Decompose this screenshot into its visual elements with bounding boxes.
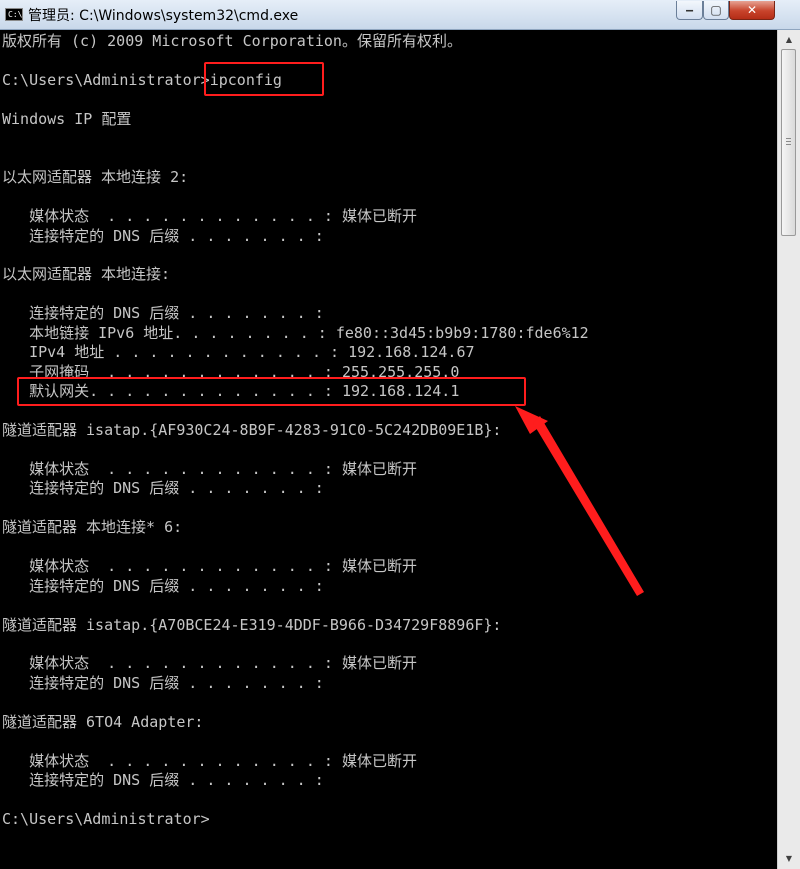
maximize-icon: ▢ <box>710 3 722 17</box>
console-line: 媒体状态 . . . . . . . . . . . . : 媒体已断开 <box>2 751 417 770</box>
console-line: 隧道适配器 isatap.{AF930C24-8B9F-4283-91C0-5C… <box>2 421 502 439</box>
console-line: 以太网适配器 本地连接 2: <box>2 168 189 187</box>
close-icon: ✕ <box>746 3 758 17</box>
ipconfig-highlight-box <box>204 62 324 96</box>
console-line: 连接特定的 DNS 后缀 . . . . . . . : <box>2 673 324 692</box>
console-output[interactable]: 版权所有 (c) 2009 Microsoft Corporation。保留所有… <box>0 30 777 869</box>
gateway-highlight-box <box>17 377 526 406</box>
console-line: 隧道适配器 6TO4 Adapter: <box>2 712 204 731</box>
cmd-window: C:\ 管理员: C:\Windows\system32\cmd.exe ‒ ▢… <box>0 0 800 869</box>
console-line: 隧道适配器 isatap.{A70BCE24-E319-4DDF-B966-D3… <box>2 615 502 634</box>
title-bar[interactable]: C:\ 管理员: C:\Windows\system32\cmd.exe ‒ ▢… <box>0 0 800 30</box>
vertical-scrollbar[interactable]: ▲ ▼ <box>777 30 800 869</box>
console-line: 以太网适配器 本地连接: <box>2 265 171 284</box>
console-line: 媒体状态 . . . . . . . . . . . . : 媒体已断开 <box>2 557 417 576</box>
console-line: IPv4 地址 . . . . . . . . . . . . : 192.16… <box>2 343 475 362</box>
scroll-down-arrow-icon[interactable]: ▼ <box>780 850 798 867</box>
console-line: 版权所有 (c) 2009 Microsoft Corporation。保留所有… <box>2 32 462 50</box>
minimize-icon: ‒ <box>685 3 694 17</box>
console-line: 媒体状态 . . . . . . . . . . . . : 媒体已断开 <box>2 654 417 673</box>
window-title: 管理员: C:\Windows\system32\cmd.exe <box>28 8 299 24</box>
maximize-button[interactable]: ▢ <box>703 1 729 20</box>
console-line: 媒体状态 . . . . . . . . . . . . : 媒体已断开 <box>2 459 417 478</box>
console-line: 连接特定的 DNS 后缀 . . . . . . . : <box>2 479 324 498</box>
console-line: Windows IP 配置 <box>2 109 132 128</box>
console-line: 连接特定的 DNS 后缀 . . . . . . . : <box>2 771 324 790</box>
console-line: 隧道适配器 本地连接* 6: <box>2 518 183 537</box>
scroll-thumb[interactable] <box>781 49 796 236</box>
cmd-app-icon: C:\ <box>5 8 23 21</box>
scroll-up-arrow-icon[interactable]: ▲ <box>780 31 798 48</box>
console-line: 连接特定的 DNS 后缀 . . . . . . . : <box>2 576 324 595</box>
minimize-button[interactable]: ‒ <box>676 1 703 20</box>
close-button[interactable]: ✕ <box>729 1 775 20</box>
console-line: 本地链接 IPv6 地址. . . . . . . . : fe80::3d45… <box>2 323 589 342</box>
console-line: 连接特定的 DNS 后缀 . . . . . . . : <box>2 226 324 245</box>
console-line: 媒体状态 . . . . . . . . . . . . : 媒体已断开 <box>2 207 417 226</box>
console-line: C:\Users\Administrator> <box>2 810 210 828</box>
console-line: 连接特定的 DNS 后缀 . . . . . . . : <box>2 304 324 323</box>
